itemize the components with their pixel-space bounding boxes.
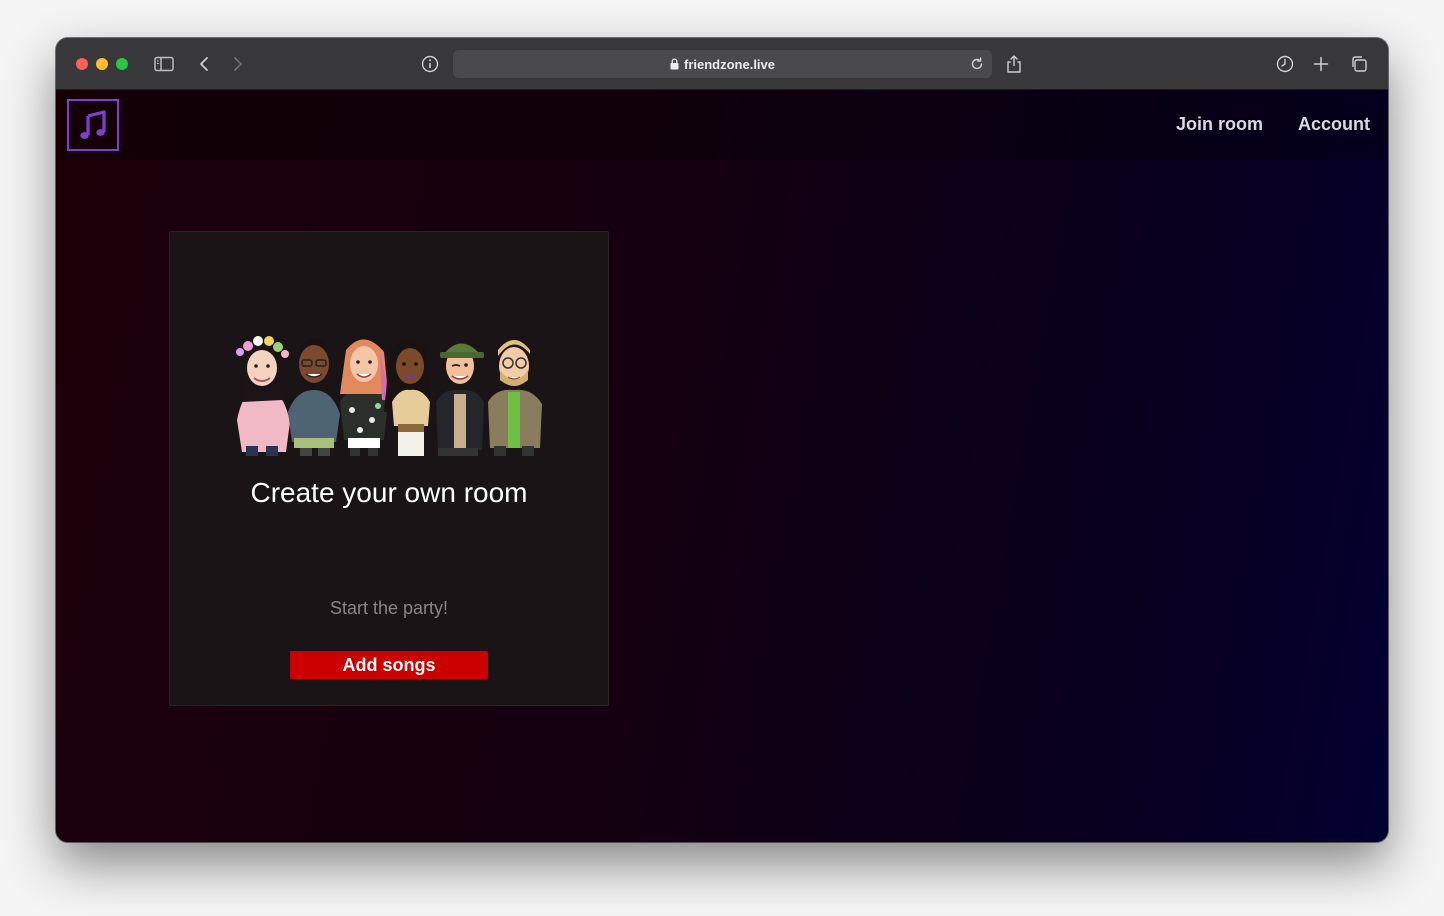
card-subtitle: Start the party!	[329, 598, 449, 618]
tab-overview-icon[interactable]	[1347, 52, 1371, 76]
url-text: friendzone.live	[683, 56, 776, 72]
history-clock-icon[interactable]	[1273, 52, 1297, 76]
page-content: Join room Account Create your own room S…	[56, 90, 1388, 842]
card-title: Create your own room	[250, 477, 528, 508]
forward-arrow-icon[interactable]	[226, 52, 250, 76]
music-note-logo-icon[interactable]	[67, 99, 119, 151]
add-songs-button[interactable]: Add songs	[290, 651, 488, 679]
close-window-button[interactable]	[76, 58, 88, 70]
sidebar-toggle-icon[interactable]	[152, 52, 176, 76]
reload-icon[interactable]	[968, 55, 986, 73]
new-tab-plus-icon[interactable]	[1309, 52, 1333, 76]
site-navbar: Join room Account	[56, 90, 1388, 160]
info-icon[interactable]	[418, 52, 442, 76]
account-link[interactable]: Account	[1298, 114, 1370, 135]
minimize-window-button[interactable]	[96, 58, 108, 70]
join-room-link[interactable]: Join room	[1176, 114, 1263, 135]
zoom-window-button[interactable]	[116, 58, 128, 70]
address-bar[interactable]: friendzone.live	[453, 50, 992, 78]
friends-avatars-illustration	[236, 336, 542, 456]
lock-icon	[670, 58, 679, 70]
create-room-card: Create your own room Start the party! Ad…	[169, 231, 609, 706]
browser-toolbar: friendzone.live	[56, 38, 1388, 90]
back-arrow-icon[interactable]	[192, 52, 216, 76]
browser-window: friendzone.live Join room Account Create…	[56, 38, 1388, 842]
share-icon[interactable]	[1002, 52, 1026, 76]
